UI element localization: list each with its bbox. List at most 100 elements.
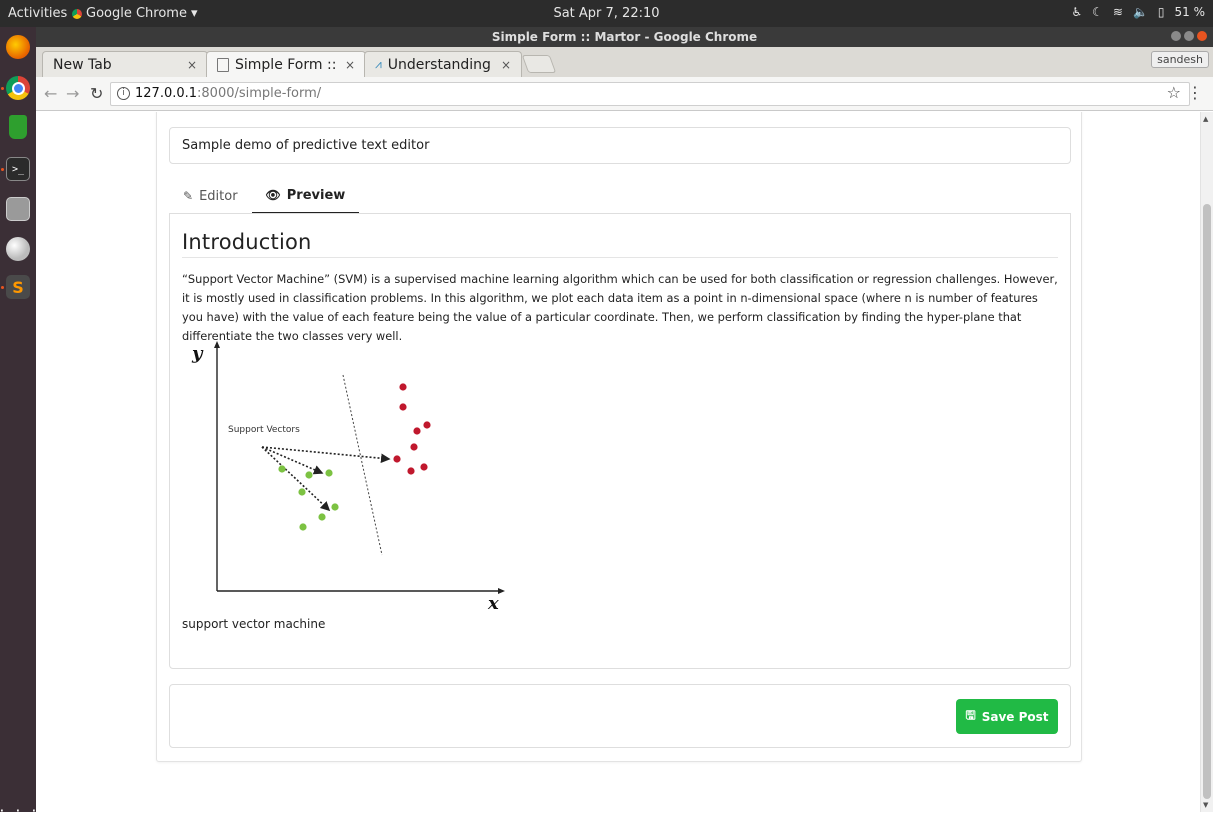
- scrollbar-thumb[interactable]: [1203, 204, 1211, 799]
- form-actions: 🖫 Save Post: [169, 684, 1071, 748]
- chrome-icon: [72, 8, 82, 19]
- battery-icon: ▯: [1157, 5, 1165, 19]
- hyperplane: [342, 374, 383, 556]
- window-title: Simple Form :: Martor - Google Chrome: [491, 30, 758, 44]
- system-top-bar: Activities Google Chrome ▾ Sat Apr 7, 22…: [0, 0, 1213, 27]
- wifi-icon: ≋: [1112, 5, 1123, 19]
- chevron-down-icon: ▾: [190, 6, 198, 21]
- tab-editor-label: Editor: [199, 189, 238, 204]
- save-post-button[interactable]: 🖫 Save Post: [956, 699, 1058, 734]
- chart-favicon-icon: ⩘: [375, 57, 382, 71]
- tab-understanding-support[interactable]: ⩘ Understanding Support ×: [364, 51, 522, 77]
- red-point: [420, 463, 428, 471]
- green-point: [331, 503, 339, 511]
- preview-pane: Introduction “Support Vector Machine” (S…: [169, 213, 1071, 669]
- red-point: [423, 421, 431, 429]
- page-viewport: Sample demo of predictive text editor ✎ …: [36, 112, 1213, 812]
- browser-toolbar: ← → ↻ i 127.0.0.1:8000/simple-form/ ☆ ⋮: [36, 77, 1213, 111]
- green-class-points: [278, 465, 339, 531]
- green-point: [305, 471, 313, 479]
- tab-preview[interactable]: 👁 Preview: [251, 179, 360, 214]
- file-cabinet-icon[interactable]: [6, 197, 30, 221]
- red-point: [410, 443, 418, 451]
- close-window-icon[interactable]: [1197, 31, 1207, 41]
- x-axis-label: x: [487, 593, 499, 614]
- form-card: Sample demo of predictive text editor ✎ …: [156, 112, 1082, 762]
- url-host: 127.0.0.1: [135, 86, 198, 101]
- app-menu[interactable]: Google Chrome ▾: [72, 6, 198, 21]
- document-icon: [217, 57, 229, 72]
- forward-icon[interactable]: →: [66, 84, 79, 103]
- x-axis-arrowhead: [498, 588, 505, 594]
- accessibility-icon[interactable]: ♿: [1071, 5, 1082, 19]
- red-point: [413, 427, 421, 435]
- app-launcher: >_ S ⋮⋮⋮: [0, 27, 42, 825]
- green-point: [325, 469, 333, 477]
- red-point: [399, 403, 407, 411]
- red-point: [399, 383, 407, 391]
- tab-title: Understanding Support: [387, 56, 495, 73]
- battery-percent: 51 %: [1174, 5, 1206, 19]
- title-input[interactable]: Sample demo of predictive text editor: [169, 127, 1071, 164]
- volume-icon: 🔈: [1132, 5, 1148, 19]
- green-point: [318, 513, 326, 521]
- site-info-icon[interactable]: i: [117, 87, 130, 100]
- minimize-icon[interactable]: [1171, 31, 1181, 41]
- tab-title: Simple Form :: Martor: [235, 56, 339, 73]
- tab-editor[interactable]: ✎ Editor: [169, 179, 252, 214]
- chrome-menu-icon[interactable]: ⋮: [1187, 83, 1203, 102]
- chrome-launcher-icon[interactable]: [6, 76, 30, 100]
- clock[interactable]: Sat Apr 7, 22:10: [553, 6, 659, 21]
- maximize-icon[interactable]: [1184, 31, 1194, 41]
- svm-illustration: y x Support Vectors: [191, 341, 505, 614]
- image-caption: support vector machine: [182, 617, 326, 631]
- window-title-bar: Simple Form :: Martor - Google Chrome: [36, 27, 1213, 47]
- night-light-icon: ☾: [1092, 5, 1103, 19]
- save-post-label: Save Post: [981, 709, 1049, 724]
- close-tab-icon[interactable]: ×: [345, 58, 355, 72]
- running-indicator: [1, 168, 4, 171]
- edit-icon: ✎: [183, 189, 194, 203]
- firefox-icon[interactable]: [6, 35, 30, 59]
- scroll-up-icon[interactable]: ▲: [1203, 115, 1208, 123]
- show-applications-icon[interactable]: ⋮⋮⋮: [0, 803, 42, 827]
- y-axis-label: y: [191, 343, 204, 364]
- close-tab-icon[interactable]: ×: [187, 58, 197, 72]
- system-tray[interactable]: ♿ ☾ ≋ 🔈 ▯ 51 %: [1071, 5, 1205, 19]
- profile-button[interactable]: sandesh: [1151, 51, 1209, 68]
- new-tab-button[interactable]: [521, 55, 557, 73]
- activities-button[interactable]: Activities: [8, 6, 67, 21]
- tab-title: New Tab: [53, 56, 112, 73]
- url-path: :8000/simple-form/: [197, 86, 322, 101]
- green-point: [299, 523, 307, 531]
- bookmark-star-icon[interactable]: ☆: [1167, 83, 1181, 102]
- close-tab-icon[interactable]: ×: [501, 58, 511, 72]
- app-menu-label: Google Chrome: [86, 6, 187, 21]
- y-axis-arrowhead: [214, 341, 220, 348]
- running-indicator: [1, 87, 4, 90]
- red-point: [407, 467, 415, 475]
- editor-tabs: ✎ Editor 👁 Preview: [169, 179, 360, 214]
- address-bar[interactable]: i 127.0.0.1:8000/simple-form/: [110, 82, 1190, 106]
- back-icon[interactable]: ←: [44, 84, 57, 103]
- eye-icon: 👁: [265, 188, 281, 202]
- running-indicator: [1, 286, 4, 289]
- tab-new-tab[interactable]: New Tab ×: [42, 51, 208, 77]
- scroll-down-icon[interactable]: ▼: [1203, 801, 1208, 809]
- reload-icon[interactable]: ↻: [90, 84, 103, 103]
- tab-simple-form[interactable]: Simple Form :: Martor ×: [206, 51, 366, 77]
- sublime-text-icon[interactable]: S: [6, 275, 30, 299]
- preview-heading: Introduction: [182, 230, 1058, 258]
- green-point: [298, 488, 306, 496]
- red-point: [393, 455, 401, 463]
- browser-tab-strip: New Tab × Simple Form :: Martor × ⩘ Unde…: [36, 47, 1213, 77]
- baseball-icon[interactable]: [6, 237, 30, 261]
- trash-can-icon[interactable]: [9, 115, 27, 139]
- green-point: [278, 465, 286, 473]
- terminal-icon[interactable]: >_: [6, 157, 30, 181]
- red-class-points: [393, 383, 431, 475]
- vertical-scrollbar[interactable]: ▲ ▼: [1200, 112, 1213, 812]
- save-icon: 🖫: [965, 708, 976, 722]
- tab-preview-label: Preview: [286, 188, 346, 203]
- support-vectors-label: Support Vectors: [228, 425, 300, 435]
